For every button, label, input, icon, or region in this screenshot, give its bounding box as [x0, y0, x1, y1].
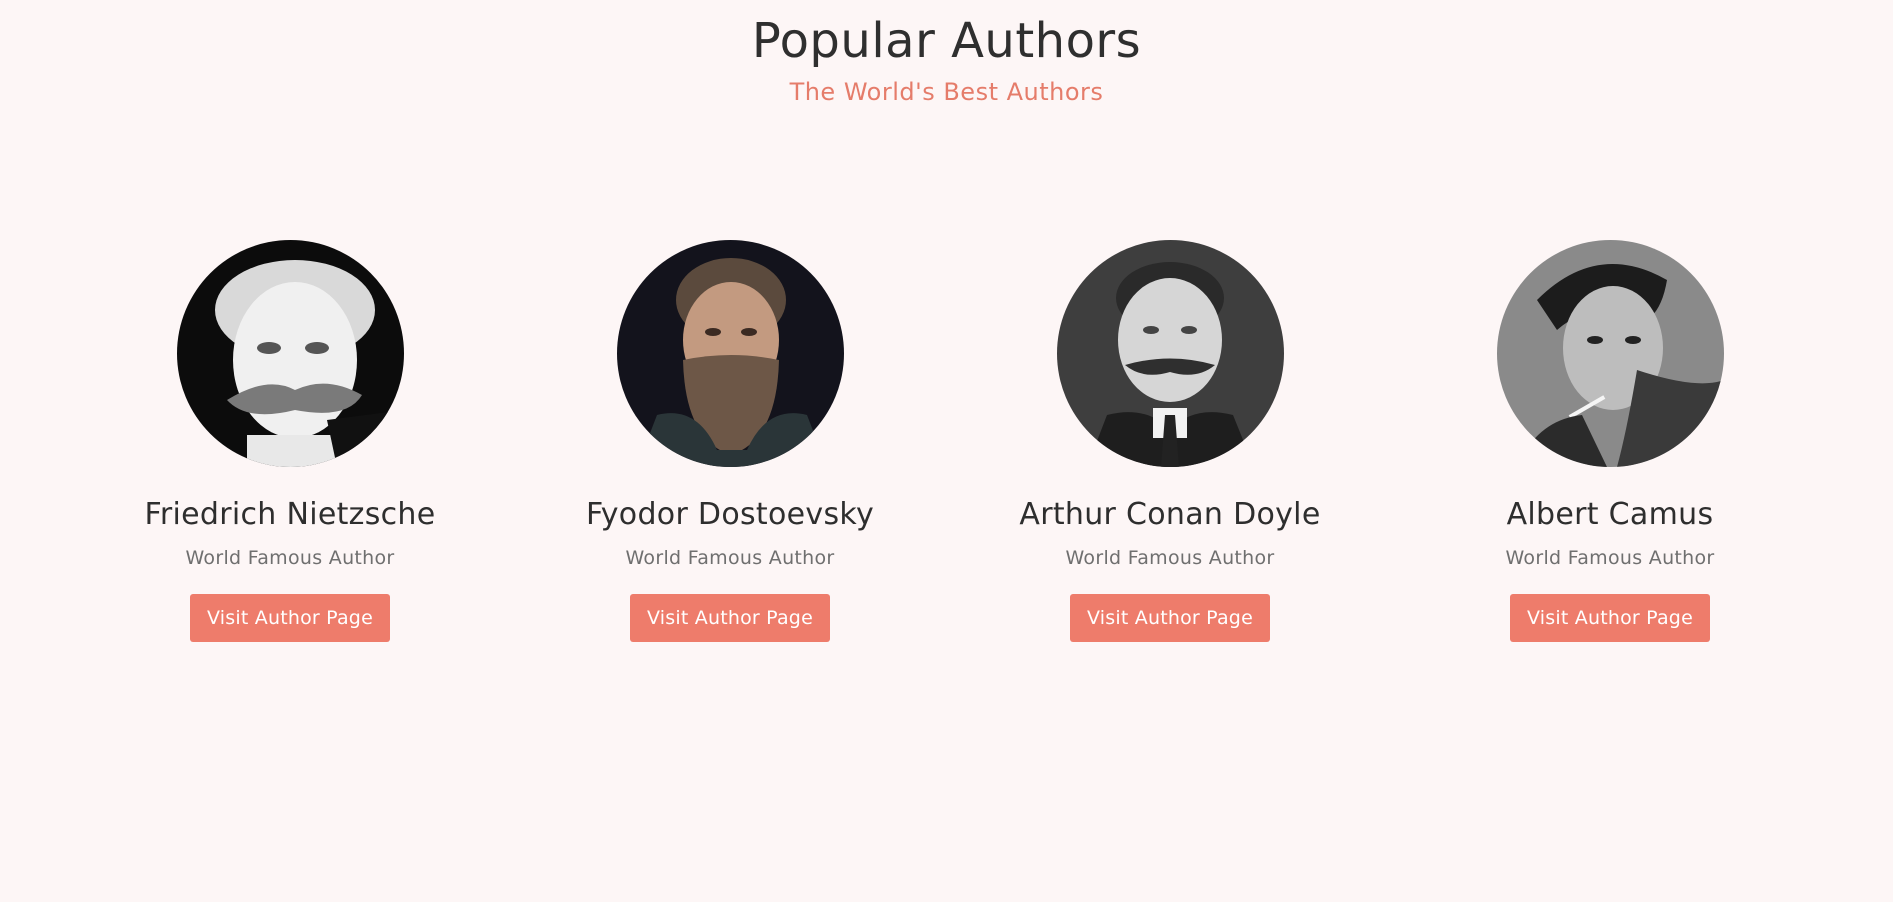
author-role: World Famous Author [1065, 547, 1275, 569]
author-avatar [1056, 240, 1284, 467]
authors-grid: Friedrich Nietzsche World Famous Author … [0, 240, 1893, 660]
author-card: Friedrich Nietzsche World Famous Author … [110, 240, 470, 642]
author-card: Albert Camus World Famous Author Visit A… [1430, 240, 1790, 642]
author-card: Fyodor Dostoevsky World Famous Author Vi… [550, 240, 910, 642]
visit-author-page-button[interactable]: Visit Author Page [190, 594, 390, 642]
author-name: Arthur Conan Doyle [1019, 497, 1321, 532]
visit-author-page-button[interactable]: Visit Author Page [1070, 594, 1270, 642]
author-role: World Famous Author [185, 547, 395, 569]
author-photo [1496, 240, 1724, 467]
page-title: Popular Authors [751, 13, 1142, 69]
visit-author-page-button[interactable]: Visit Author Page [630, 594, 830, 642]
author-photo [176, 240, 404, 467]
author-photo [616, 240, 844, 467]
author-avatar [1496, 240, 1724, 467]
author-photo [1056, 240, 1284, 467]
author-name: Albert Camus [1506, 497, 1714, 532]
author-name: Fyodor Dostoevsky [585, 497, 875, 532]
visit-author-page-button[interactable]: Visit Author Page [1510, 594, 1710, 642]
page-header: Popular Authors The World's Best Authors [0, 0, 1893, 106]
author-avatar [176, 240, 404, 467]
page-subtitle: The World's Best Authors [789, 78, 1104, 106]
author-name: Friedrich Nietzsche [144, 497, 436, 532]
author-avatar [616, 240, 844, 467]
author-role: World Famous Author [625, 547, 835, 569]
author-card: Arthur Conan Doyle World Famous Author V… [990, 240, 1350, 642]
author-role: World Famous Author [1505, 547, 1715, 569]
